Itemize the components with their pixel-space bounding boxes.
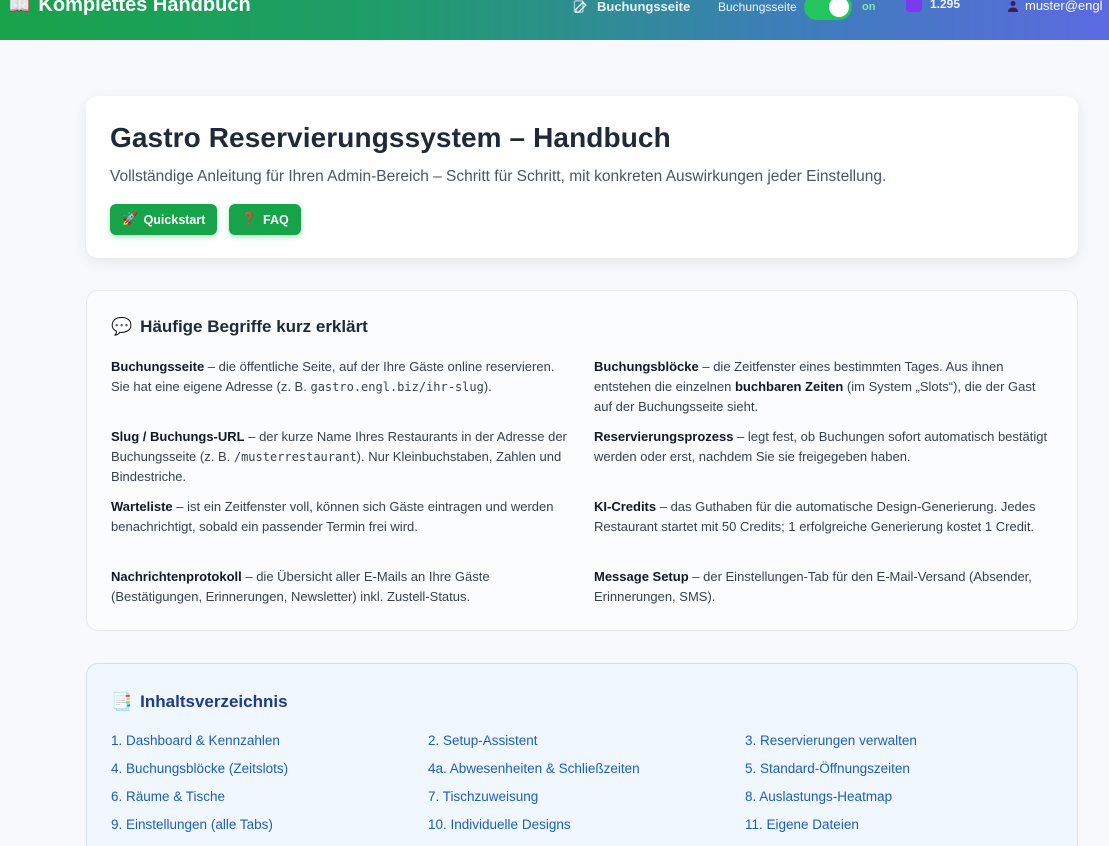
toggle-knob — [829, 0, 849, 17]
page-subtitle: Vollständige Anleitung für Ihren Admin-B… — [110, 168, 887, 185]
terms-title: Häufige Begriffe kurz erklärt — [140, 317, 368, 336]
term-reservierungsprozess: Reservierungsprozess – legt fest, ob Buc… — [594, 427, 1054, 487]
toc-card: 📑 Inhaltsverzeichnis 1. Dashboard & Kenn… — [86, 663, 1078, 846]
term-code: gastro.engl.biz/ihr-slug — [310, 380, 484, 394]
toc-link[interactable]: 6. Räume & Tische — [111, 788, 428, 806]
bookmark-tabs-icon: 📑 — [111, 692, 133, 711]
term-emphasis: buchbaren Zeiten — [734, 379, 844, 394]
toc-list: 1. Dashboard & Kennzahlen 2. Setup-Assis… — [111, 732, 1053, 834]
terms-grid: Buchungsseite – die öffentliche Seite, a… — [111, 357, 1053, 607]
term-name: KI-Credits — [594, 499, 657, 514]
rocket-icon: 🚀 — [122, 212, 138, 226]
term-text-end: ). — [483, 379, 492, 394]
quickstart-label: Quickstart — [143, 212, 206, 227]
term-slug: Slug / Buchungs-URL – der kurze Name Ihr… — [111, 427, 571, 487]
term-ki-credits: KI-Credits – das Guthaben für die automa… — [594, 497, 1054, 557]
toc-link[interactable]: 9. Einstellungen (alle Tabs) — [111, 816, 428, 834]
toc-link[interactable]: 4. Buchungsblöcke (Zeitslots) — [111, 760, 428, 778]
brand-title: Komplettes Handbuch — [38, 0, 251, 16]
term-text: – ist ein Zeitfenster voll, können sich … — [111, 499, 554, 534]
toc-link[interactable]: 1. Dashboard & Kennzahlen — [111, 732, 428, 750]
quickstart-button[interactable]: 🚀 Quickstart — [110, 204, 218, 235]
toc-title: Inhaltsverzeichnis — [140, 692, 288, 711]
faq-label: FAQ — [263, 212, 289, 227]
term-text: – das Guthaben für die automatische Desi… — [594, 499, 1036, 534]
toc-heading: 📑 Inhaltsverzeichnis — [111, 692, 1053, 712]
toc-link[interactable]: 3. Reservierungen verwalten — [745, 732, 1062, 750]
book-icon: 📖 — [8, 0, 31, 15]
toc-link[interactable]: 2. Setup-Assistent — [428, 732, 745, 750]
term-name: Buchungsblöcke — [594, 359, 699, 374]
booking-page-link-label: Buchungsseite — [597, 0, 691, 14]
terms-card: 💬 Häufige Begriffe kurz erklärt Buchungs… — [86, 290, 1078, 631]
top-bar: 📖 Komplettes Handbuch Buchungsseite Buch… — [0, 0, 1109, 40]
term-code: /musterrestaurant — [233, 450, 357, 464]
booking-page-toggle-label: Buchungsseite — [718, 0, 797, 14]
page-title: Gastro Reservierungssystem – Handbuch — [110, 122, 671, 153]
credits-icon — [906, 0, 922, 12]
term-message-setup: Message Setup – der Einstellungen-Tab fü… — [594, 567, 1054, 607]
toc-link[interactable]: 11. Eigene Dateien — [745, 816, 1062, 834]
term-warteliste: Warteliste – ist ein Zeitfenster voll, k… — [111, 497, 571, 557]
term-name: Nachrichtenprotokoll — [111, 569, 242, 584]
term-buchungsbloecke: Buchungsblöcke – die Zeitfenster eines b… — [594, 357, 1054, 417]
user-icon — [1008, 0, 1018, 12]
faq-button[interactable]: ❓ FAQ — [229, 204, 301, 235]
brand[interactable]: 📖 Komplettes Handbuch — [8, 0, 251, 17]
toc-link[interactable]: 5. Standard-Öffnungszeiten — [745, 760, 1062, 778]
toggle-state-label: on — [862, 1, 876, 13]
credits-count: 1.295 — [930, 0, 961, 11]
booking-page-toggle[interactable] — [804, 0, 852, 20]
question-icon: ❓ — [241, 212, 257, 226]
term-nachrichtenprotokoll: Nachrichtenprotokoll – die Übersicht all… — [111, 567, 571, 607]
term-name: Message Setup — [594, 569, 689, 584]
term-name: Reservierungsprozess — [594, 429, 734, 444]
hero-card: Gastro Reservierungssystem – Handbuch Vo… — [86, 96, 1078, 258]
term-buchungsseite: Buchungsseite – die öffentliche Seite, a… — [111, 357, 571, 417]
term-name: Slug / Buchungs-URL — [111, 429, 245, 444]
user-menu[interactable]: muster@engl — [1007, 0, 1103, 13]
speech-bubble-icon: 💬 — [111, 317, 133, 336]
toc-link[interactable]: 7. Tischzuweisung — [428, 788, 745, 806]
booking-page-link[interactable]: Buchungsseite — [573, 0, 690, 15]
edit-icon — [573, 0, 587, 13]
user-email: muster@engl — [1025, 0, 1103, 13]
hero-buttons: 🚀 Quickstart ❓ FAQ — [110, 204, 1054, 235]
terms-heading: 💬 Häufige Begriffe kurz erklärt — [111, 317, 1053, 337]
credits-badge[interactable]: 1.295 — [906, 0, 960, 12]
toc-link[interactable]: 4a. Abwesenheiten & Schließzeiten — [428, 760, 745, 778]
toc-link[interactable]: 10. Individuelle Designs — [428, 816, 745, 834]
term-name: Buchungsseite — [111, 359, 205, 374]
toc-link[interactable]: 8. Auslastungs-Heatmap — [745, 788, 1062, 806]
term-name: Warteliste — [111, 499, 173, 514]
